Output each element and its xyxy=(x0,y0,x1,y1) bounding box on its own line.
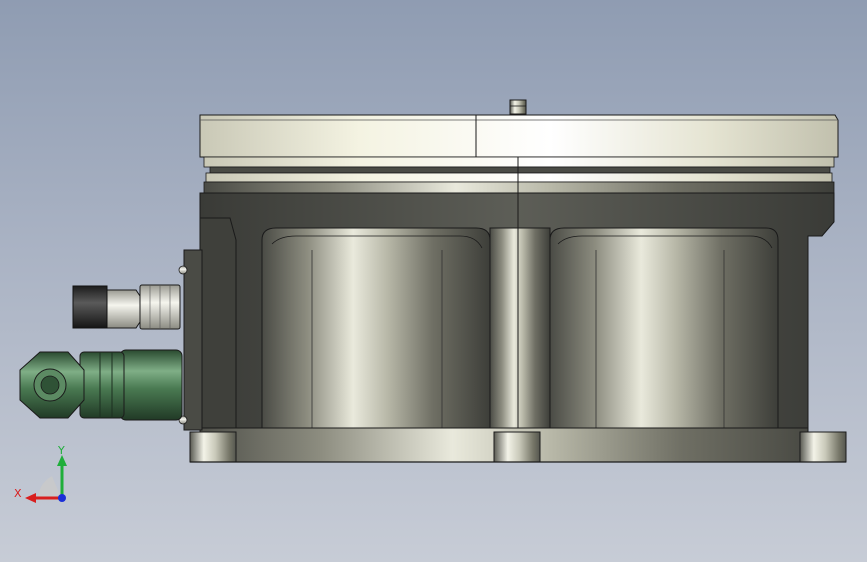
top-pin xyxy=(509,99,527,115)
center-rib xyxy=(489,193,551,430)
y-axis-label: Y xyxy=(57,444,65,457)
part-model-view[interactable]: Y X xyxy=(0,0,867,562)
air-inlet-fitting xyxy=(19,349,183,421)
cad-viewport[interactable]: Y X xyxy=(0,0,867,562)
groove-band xyxy=(203,156,835,194)
right-pocket xyxy=(549,227,779,429)
axis-triad[interactable]: Y X xyxy=(14,444,67,503)
base-plinth xyxy=(189,427,847,463)
x-axis-arrowhead xyxy=(25,493,36,503)
x-axis-label: X xyxy=(14,487,22,500)
top-flange xyxy=(199,114,839,158)
sensor-fitting xyxy=(72,284,181,330)
z-axis-dot xyxy=(58,494,66,502)
left-pocket xyxy=(261,227,491,429)
